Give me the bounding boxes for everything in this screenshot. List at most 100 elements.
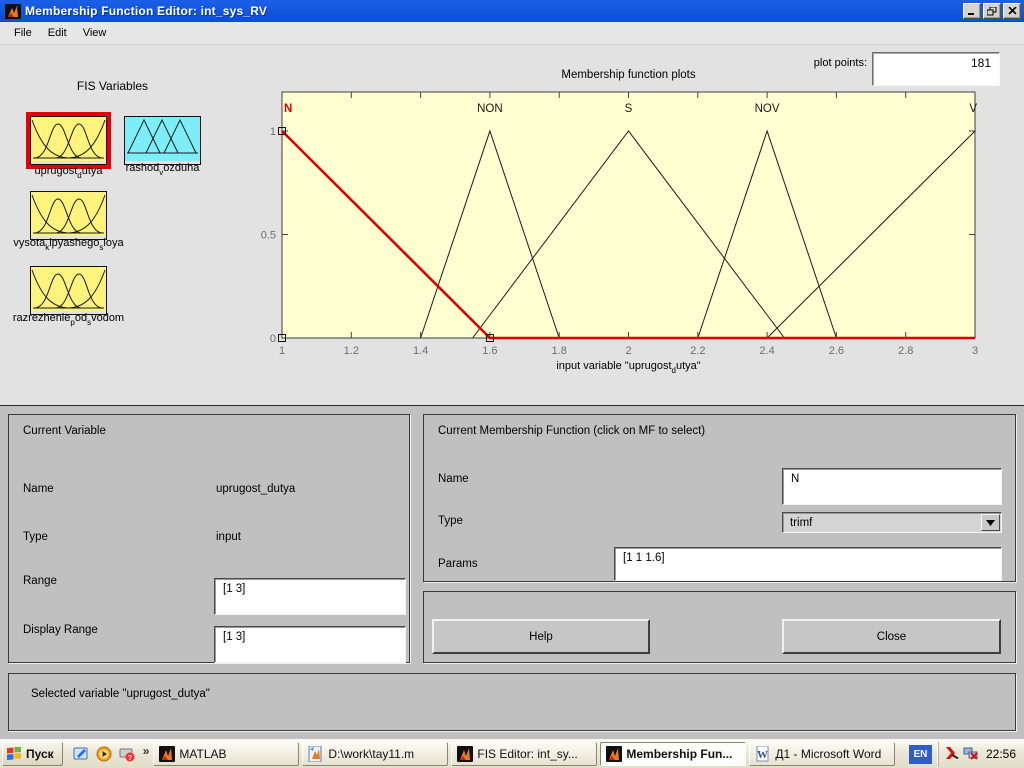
plot-xlabel: input variable "uprugostdutya"	[556, 360, 701, 375]
cv-display-range-label: Display Range	[23, 624, 98, 636]
gaussmf-preview-icon	[31, 192, 106, 236]
fis-variable-vysota_kipyashego_sloya[interactable]: vysotakipyashegosloya	[13, 187, 124, 252]
cv-name-label: Name	[23, 483, 54, 495]
x-tick-label: 1.8	[552, 345, 567, 357]
tray-kaspersky-icon[interactable]	[945, 745, 961, 764]
mf-label-V[interactable]: V	[969, 103, 977, 115]
mf-type-dropdown[interactable]: trimf	[782, 512, 1002, 533]
taskbar-button-d-work-tay11-m[interactable]: D:\work\tay11.m	[302, 742, 449, 766]
quick-launch-bar: ?	[63, 744, 141, 764]
quick-launch-show-desktop[interactable]	[71, 744, 91, 764]
y-tick-label: 0.5	[261, 230, 276, 242]
fis-variable-icon	[30, 191, 107, 240]
x-tick-label: 3	[972, 345, 978, 357]
x-tick-label: 2.8	[898, 345, 913, 357]
range-input[interactable]: [1 3]	[214, 578, 406, 615]
help-button[interactable]: Help	[432, 619, 650, 654]
mf-name-label: Name	[438, 473, 469, 485]
taskbar-button-label: D:\work\tay11.m	[328, 747, 415, 761]
matlab-icon	[159, 746, 176, 762]
current-variable-panel: Current Variable Name uprugost_dutya Typ…	[8, 414, 410, 663]
task-buttons: MATLAB D:\work\tay11.m FIS Editor: int_sy.…	[153, 742, 898, 766]
fis-variable-selection-border	[26, 187, 111, 244]
actions-panel: Help Close	[423, 591, 1016, 663]
tray-network-error-icon[interactable]	[963, 745, 979, 764]
trimf-preview-icon	[125, 117, 200, 161]
language-indicator[interactable]: EN	[908, 744, 932, 764]
menu-view[interactable]: View	[75, 24, 115, 42]
window-title: Membership Function Editor: int_sys_RV	[25, 4, 268, 18]
cv-type-label: Type	[23, 531, 48, 543]
toolbar-overflow-chevron[interactable]: »	[141, 744, 154, 764]
y-tick-label: 1	[270, 126, 276, 138]
kaspersky-icon	[945, 746, 959, 759]
menu-edit[interactable]: Edit	[40, 24, 75, 42]
fis-variable-selection-border	[26, 262, 111, 319]
membership-plot[interactable]: 1 1.2 1.4 1.6 1.8 2 2.2 2.4 2.6 2.8 3 0 0.5 1 NON S NOV V…	[240, 85, 1024, 385]
fis-variable-label: razrezheniepodsvodom	[12, 312, 125, 327]
quick-launch-help-session[interactable]: ?	[117, 744, 137, 764]
close-icon[interactable]	[1003, 3, 1021, 19]
svg-text:?: ?	[128, 755, 132, 762]
matlab-app-icon	[5, 3, 21, 19]
matlab-icon	[457, 746, 474, 762]
display-range-input[interactable]: [1 3]	[214, 626, 406, 663]
fis-variable-icon	[30, 116, 107, 165]
taskbar-clock: 22:56	[985, 747, 1016, 761]
fis-variables-heading: FIS Variables	[76, 79, 149, 93]
fis-variable-label: uprugostdutya	[34, 165, 103, 180]
x-tick-label: 1.4	[413, 345, 428, 357]
x-tick-label: 2.4	[759, 345, 774, 357]
mf-label-S[interactable]: S	[625, 103, 633, 115]
restore-button[interactable]	[983, 3, 1001, 19]
menu-file[interactable]: File	[6, 24, 40, 42]
plot-background[interactable]	[282, 92, 975, 338]
menu-bar: File Edit View	[0, 22, 1024, 45]
start-button[interactable]: Пуск	[2, 742, 63, 766]
current-mf-panel: Current Membership Function (click on MF…	[423, 414, 1016, 582]
chevron-down-icon[interactable]	[981, 514, 1000, 531]
network-error-icon	[963, 747, 978, 760]
gaussmf-preview-icon	[31, 117, 106, 161]
svg-text:W: W	[757, 749, 768, 761]
taskbar-button-label: MATLAB	[179, 747, 227, 761]
mf-label-NON[interactable]: NON	[477, 103, 503, 115]
help-session-icon: ?	[119, 748, 135, 762]
taskbar-button-fis-editor-int-sy-[interactable]: FIS Editor: int_sy...	[451, 742, 598, 766]
fis-variable-icon	[124, 116, 201, 165]
show-desktop-icon	[73, 747, 88, 760]
status-text: Selected variable "uprugost_dutya"	[31, 688, 210, 700]
fis-variable-label: vysotakipyashegosloya	[13, 237, 124, 252]
quick-launch-media-player[interactable]	[94, 744, 114, 764]
taskbar-button-label: Membership Fun...	[626, 747, 733, 761]
x-tick-label: 1.2	[344, 345, 359, 357]
windows-logo-icon	[7, 747, 21, 760]
mf-params-input[interactable]: [1 1 1.6]	[614, 547, 1002, 581]
taskbar-button-membership-fun-[interactable]: Membership Fun...	[600, 742, 747, 766]
title-bar: Membership Function Editor: int_sys_RV	[0, 0, 1024, 22]
close-button[interactable]: Close	[782, 619, 1001, 654]
mf-name-input[interactable]: N	[782, 468, 1002, 505]
matlab-file-icon	[308, 746, 322, 762]
taskbar-button-matlab[interactable]: MATLAB	[153, 742, 300, 766]
word-icon: W	[756, 746, 769, 762]
mf-params-label: Params	[438, 558, 478, 570]
start-label: Пуск	[26, 747, 54, 761]
mf-type-value: trimf	[790, 516, 813, 529]
fis-variable-rashod_vozduha[interactable]: rashodvozduha	[120, 112, 205, 177]
membership-function-editor-window: Membership Function Editor: int_sys_RV F…	[0, 0, 1024, 768]
fis-variable-uprugost_dutya[interactable]: uprugostdutya	[26, 112, 111, 180]
minimize-button[interactable]	[963, 3, 981, 19]
x-tick-label: 1.6	[482, 345, 497, 357]
dialog-lower-region: Current Variable Name uprugost_dutya Typ…	[0, 405, 1024, 739]
current-mf-heading: Current Membership Function (click on MF…	[438, 425, 706, 437]
fis-variable-razrezhenie_pod_svodom[interactable]: razrezheniepodsvodom	[13, 262, 124, 327]
x-tick-label: 2.2	[690, 345, 705, 357]
mf-label-NOV[interactable]: NOV	[755, 103, 780, 115]
x-tick-label: 2.6	[829, 345, 844, 357]
taskbar-button-label: FIS Editor: int_sy...	[477, 747, 578, 761]
mf-label-N[interactable]: N	[284, 103, 292, 115]
fis-variable-icon	[30, 266, 107, 315]
plot-points-label: plot points:	[813, 57, 867, 69]
taskbar-button--1-microsoft-word[interactable]: W Д1 - Microsoft Word	[749, 742, 896, 766]
